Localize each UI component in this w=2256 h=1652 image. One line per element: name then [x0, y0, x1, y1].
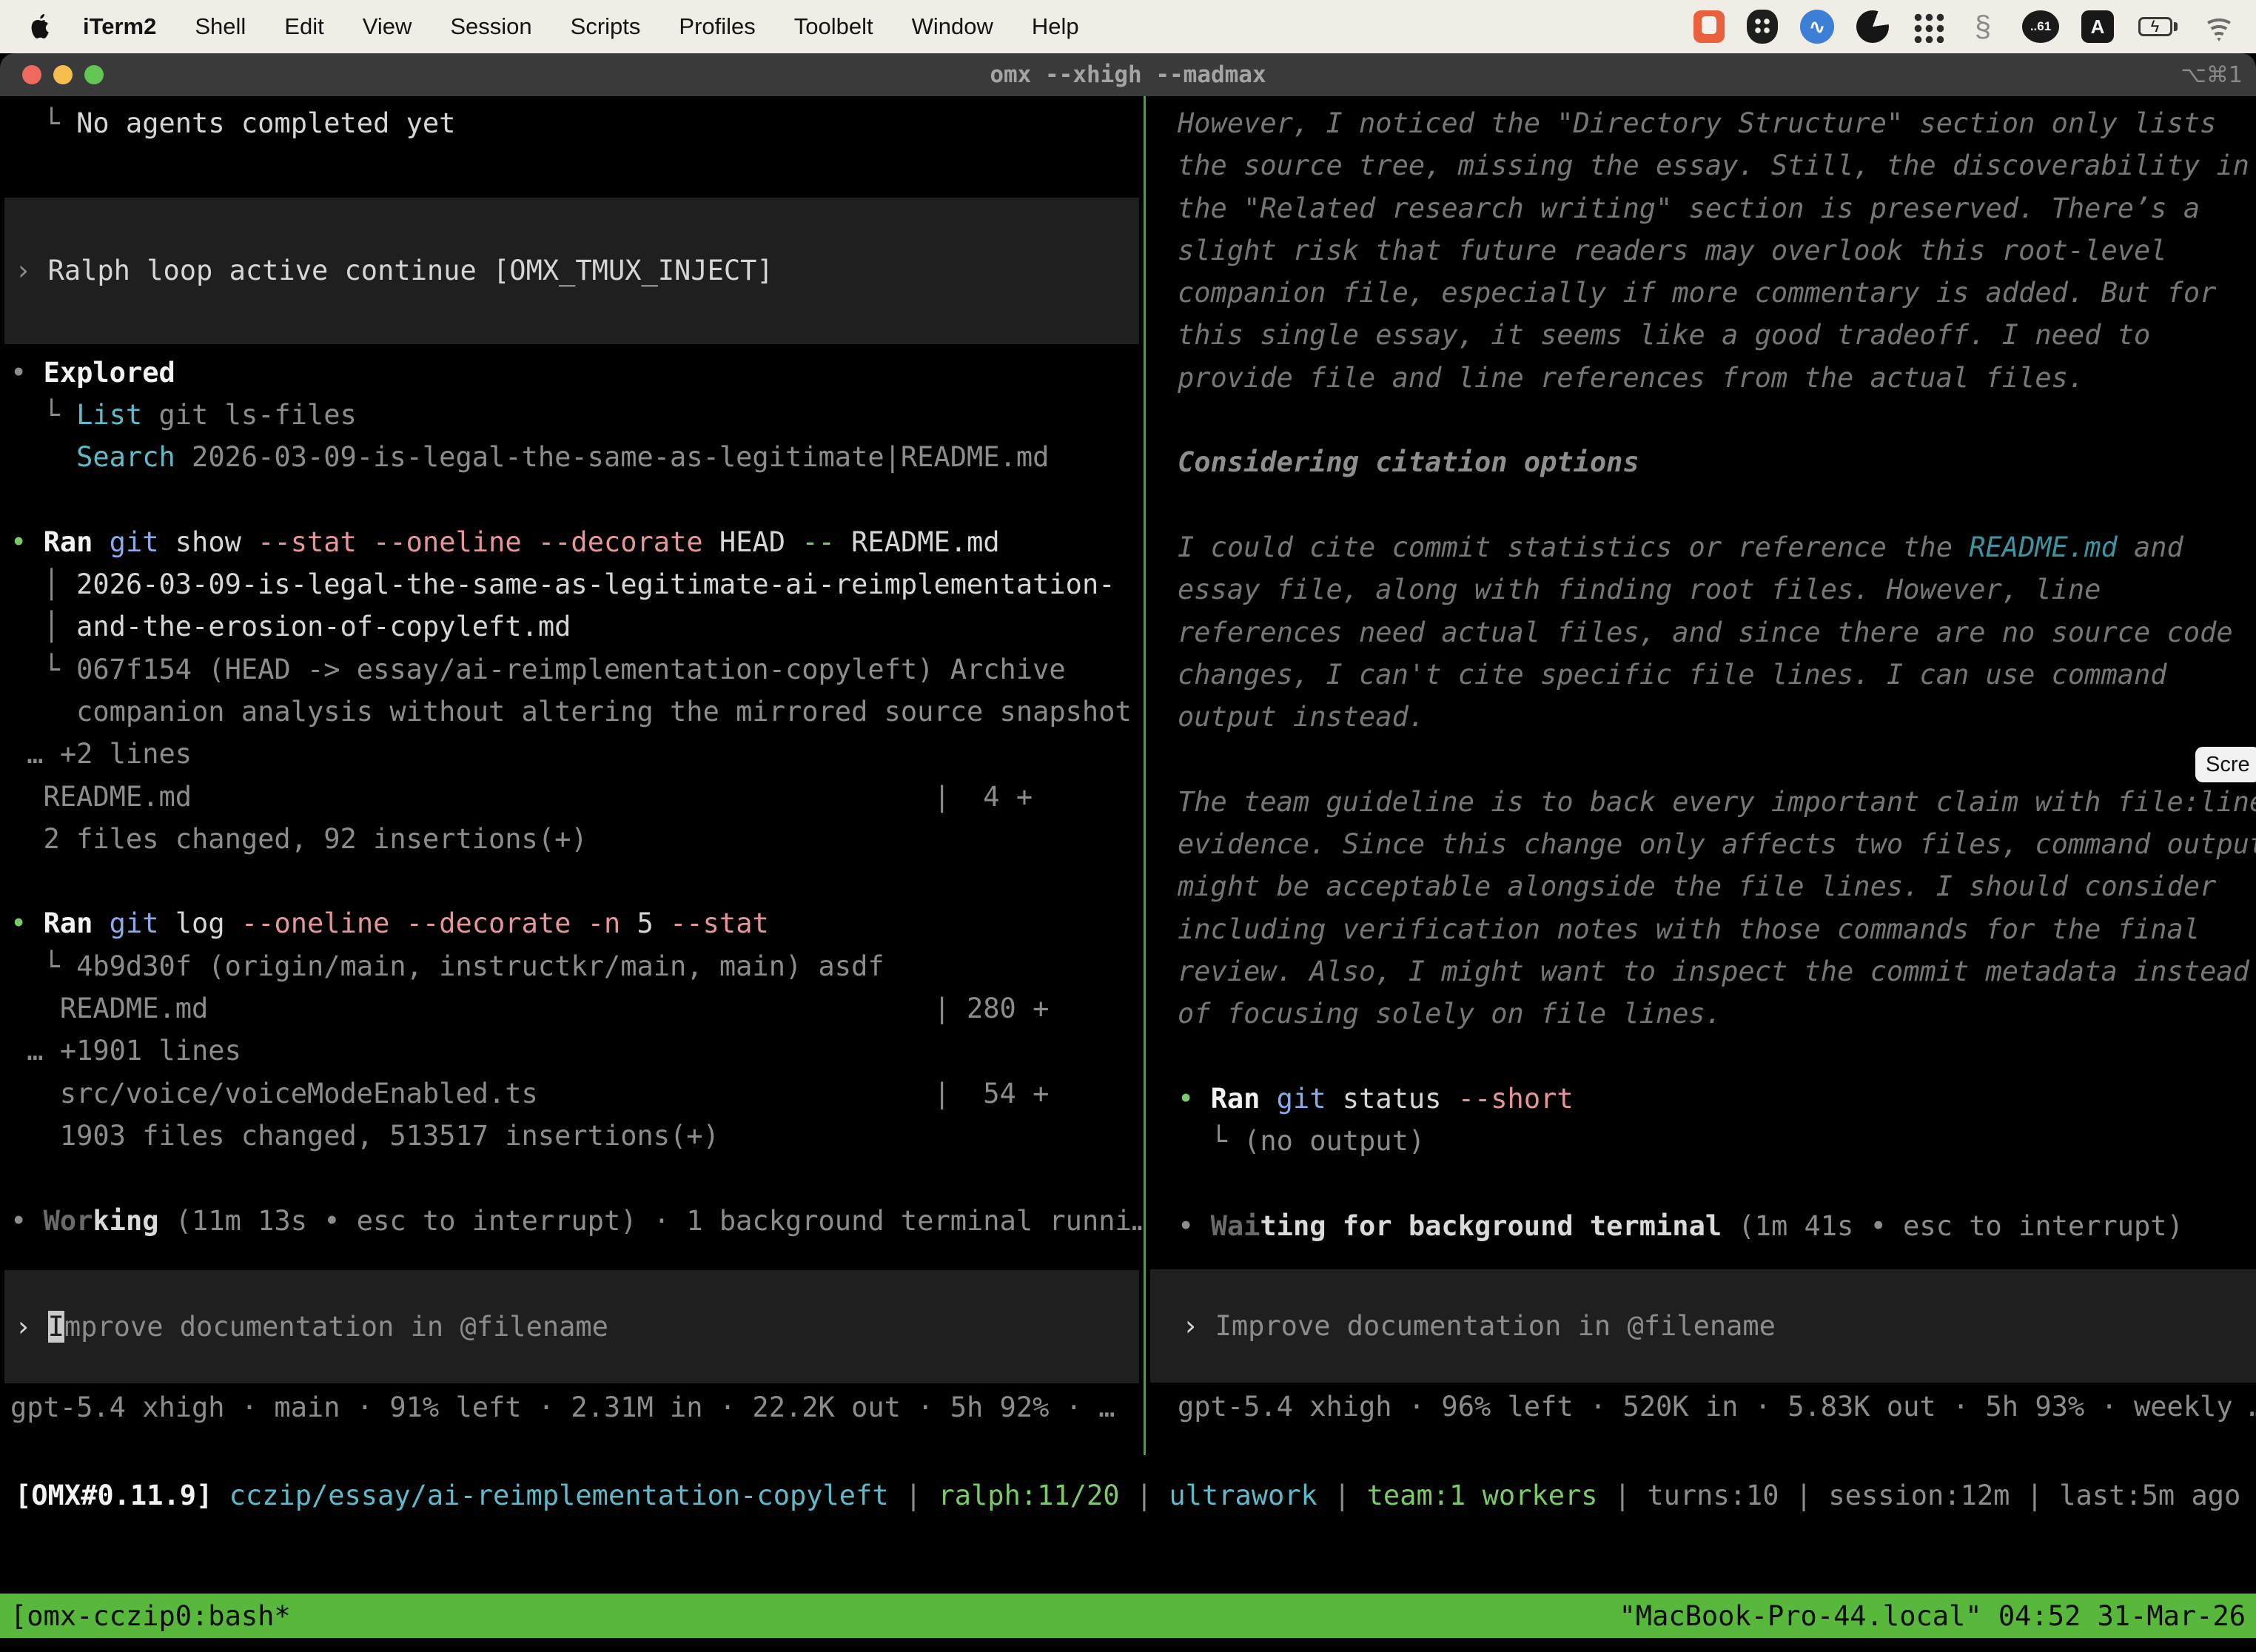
menu-item-iterm2[interactable]: iTerm2 [83, 13, 156, 40]
terminal-line: [OMX#0.11.9] cczip/essay/ai-reimplementa… [15, 1474, 2256, 1517]
terminal-line: gpt-5.4 xhigh · 96% left · 520K in · 5.8… [1178, 1386, 2256, 1428]
left-transcript: • Explored └ List git ls-files Search 20… [0, 352, 1144, 1242]
terminal-line [10, 478, 1144, 520]
terminal-line: README.md | 4 + [10, 776, 1144, 818]
terminal-line: › Improve documentation in @filename [15, 1306, 1139, 1348]
terminal-line: Search 2026-03-09-is-legal-the-same-as-l… [10, 436, 1144, 478]
wifi-icon[interactable] [2201, 12, 2237, 41]
terminal-line [1178, 1162, 2256, 1204]
menu-item-profiles[interactable]: Profiles [679, 13, 755, 40]
terminal-line [1178, 1035, 2256, 1078]
shield-app-icon[interactable] [1747, 10, 1778, 44]
terminal-line: • Working (11m 13s • esc to interrupt) ·… [10, 1200, 1144, 1242]
terminal-line: 1903 files changed, 513517 insertions(+) [10, 1115, 1144, 1157]
terminal-line: › Improve documentation in @filename [1182, 1305, 2256, 1347]
terminal-line: • Ran git log --oneline --decorate -n 5 … [10, 902, 1144, 944]
menu-item-session[interactable]: Session [450, 13, 531, 40]
tmux-host-clock: "MacBook-Pro-44.local" 04:52 31-Mar-26 [1619, 1600, 2246, 1632]
terminal-line: the source tree, missing the essay. Stil… [1178, 144, 2256, 187]
apple-icon[interactable] [30, 13, 52, 40]
terminal-line: review. Also, I might want to inspect th… [1178, 950, 2256, 993]
terminal-line: might be acceptable alongside the file l… [1178, 865, 2256, 907]
terminal-line: src/voice/voiceModeEnabled.ts | 54 + [10, 1072, 1144, 1115]
terminal-line: • Waiting for background terminal (1m 41… [1178, 1205, 2256, 1247]
window-bottom-edge [0, 1638, 2256, 1652]
window-titlebar[interactable]: omx --xhigh --madmax ⌥⌘1 [0, 53, 2256, 96]
terminal-line: └ (no output) [1178, 1120, 2256, 1162]
right-terminal-pane[interactable]: However, I noticed the "Directory Struct… [1144, 96, 2256, 1455]
terminal-line: › Ralph loop active continue [OMX_TMUX_I… [15, 249, 1139, 292]
left-model-status: gpt-5.4 xhigh · main · 91% left · 2.31M … [0, 1386, 1144, 1428]
terminal-line: essay file, along with finding root file… [1178, 568, 2256, 611]
terminal-line: slight risk that future readers may over… [1178, 229, 2256, 272]
chat-app-icon[interactable] [1693, 10, 1725, 43]
terminal-line: companion file, especially if more comme… [1178, 272, 2256, 314]
terminal-line [1178, 399, 2256, 441]
percent-badge-icon[interactable]: ..61 [2022, 10, 2059, 43]
terminal-line: │ 2026-03-09-is-legal-the-same-as-legiti… [10, 563, 1144, 605]
terminal-line: • Ran git show --stat --oneline --decora… [10, 521, 1144, 563]
terminal-line: the "Related research writing" section i… [1178, 187, 2256, 229]
menu-item-window[interactable]: Window [912, 13, 993, 40]
terminal-line: references need actual files, and since … [1178, 611, 2256, 654]
terminal-line: └ No agents completed yet [10, 102, 1144, 144]
left-terminal-pane[interactable]: └ No agents completed yet › Ralph loop a… [0, 96, 1144, 1455]
dots-grid-icon[interactable] [1911, 10, 1944, 43]
menu-item-edit[interactable]: Edit [284, 13, 323, 40]
terminal-line: changes, I can't cite specific file line… [1178, 654, 2256, 696]
menu-items: iTerm2 Shell Edit View Session Scripts Profile… [83, 13, 1079, 40]
right-transcript: However, I noticed the "Directory Struct… [1178, 102, 2256, 1247]
iterm-window: omx --xhigh --madmax ⌥⌘1 └ No agents com… [0, 53, 2256, 1652]
pie-app-icon[interactable] [1856, 10, 1889, 43]
badge-app-icon[interactable]: ∿ [1800, 10, 1834, 44]
terminal-line: … +1901 lines [10, 1030, 1144, 1072]
menu-item-view[interactable]: View [363, 13, 412, 40]
menu-bar: iTerm2 Shell Edit View Session Scripts Profile… [0, 0, 2256, 53]
screen-tooltip[interactable]: Scre [2195, 747, 2256, 782]
menu-item-toolbelt[interactable]: Toolbelt [794, 13, 873, 40]
terminal-line: evidence. Since this change only affects… [1178, 823, 2256, 865]
terminal-line: Considering citation options [1178, 441, 2256, 483]
window-title: omx --xhigh --madmax [0, 61, 2256, 88]
right-prompt-input[interactable]: › Improve documentation in @filename [1150, 1269, 2256, 1383]
right-model-status: gpt-5.4 xhigh · 96% left · 520K in · 5.8… [1178, 1386, 2256, 1428]
terminal-line: I could cite commit statistics or refere… [1178, 526, 2256, 568]
terminal-line: However, I noticed the "Directory Struct… [1178, 102, 2256, 144]
terminal-line: … +2 lines [10, 733, 1144, 775]
terminal-line: including verification notes with those … [1178, 908, 2256, 950]
terminal-line: The team guideline is to back every impo… [1178, 781, 2256, 823]
terminal-line: 2 files changed, 92 insertions(+) [10, 818, 1144, 860]
ralph-loop-banner: › Ralph loop active continue [OMX_TMUX_I… [4, 198, 1139, 343]
terminal-line: README.md | 280 + [10, 987, 1144, 1030]
terminal-line: gpt-5.4 xhigh · main · 91% left · 2.31M … [10, 1386, 1144, 1428]
terminal-line: companion analysis without altering the … [10, 691, 1144, 733]
window-shortcut-hint: ⌥⌘1 [2181, 62, 2243, 88]
terminal-line [1178, 484, 2256, 526]
terminal-line: of focusing solely on file lines. [1178, 993, 2256, 1035]
omx-status-bar: [OMX#0.11.9] cczip/essay/ai-reimplementa… [0, 1455, 2256, 1594]
menu-item-shell[interactable]: Shell [195, 13, 246, 40]
terminal-line: • Explored [10, 352, 1144, 394]
input-source-icon[interactable]: A [2081, 10, 2114, 43]
terminal-line: provide file and line references from th… [1178, 357, 2256, 399]
squiggle-icon[interactable]: § [1966, 10, 2000, 44]
tmux-status-bar: [omx-cczip0:bash* "MacBook-Pro-44.local"… [0, 1594, 2256, 1638]
battery-icon[interactable]: ϟ [2136, 10, 2179, 44]
terminal-line: └ 4b9d30f (origin/main, instructkr/main,… [10, 945, 1144, 987]
terminal-line [1178, 738, 2256, 780]
agents-status-lines: └ No agents completed yet [0, 102, 1144, 144]
terminal-line: └ 067f154 (HEAD -> essay/ai-reimplementa… [10, 648, 1144, 691]
terminal-line: └ List git ls-files [10, 394, 1144, 436]
terminal-line: this single essay, it seems like a good … [1178, 314, 2256, 356]
terminal-line [10, 1157, 1144, 1199]
terminal-line: output instead. [1178, 696, 2256, 738]
terminal-line: • Ran git status --short [1178, 1078, 2256, 1120]
menu-item-scripts[interactable]: Scripts [571, 13, 641, 40]
left-prompt-input[interactable]: › Improve documentation in @filename [4, 1270, 1139, 1383]
menubar-status-icons: ∿ § ..61 Aϟ [1693, 10, 2237, 44]
terminal-line [10, 860, 1144, 902]
terminal-line: │ and-the-erosion-of-copyleft.md [10, 605, 1144, 648]
menu-item-help[interactable]: Help [1032, 13, 1079, 40]
tmux-session-label: [omx-cczip0:bash* [10, 1600, 291, 1632]
